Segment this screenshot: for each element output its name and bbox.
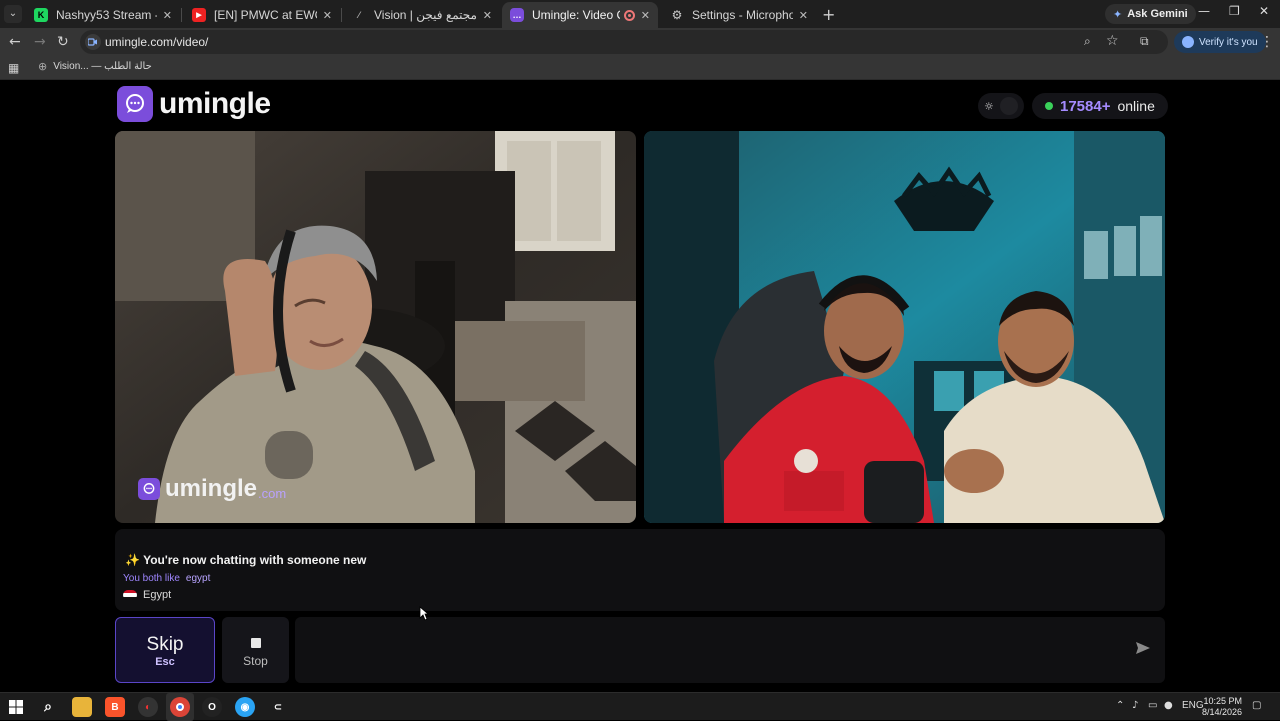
microphone-icon[interactable]: ● (1164, 700, 1173, 711)
sparkles-icon: ✨ (125, 553, 140, 567)
chrome-icon[interactable] (170, 697, 190, 717)
close-icon[interactable]: ✕ (163, 9, 172, 22)
bookmark-vision[interactable]: ⊕ Vision... — حالة الطلب (38, 60, 152, 73)
shared-interests: You both like egypt (123, 573, 211, 584)
window-close-icon[interactable]: ✕ (1259, 4, 1269, 18)
close-icon[interactable]: ✕ (641, 9, 650, 22)
forward-icon[interactable]: → (34, 34, 46, 50)
interest-tag: egypt (185, 573, 211, 584)
windows-taskbar: ⌕ B ◐ O ◉ ⊂ ⌃ ♪ ▭ ● ENG 10:25 PM 8/14/20… (0, 692, 1280, 721)
kick-icon: K (34, 8, 48, 22)
egypt-flag-icon (123, 590, 137, 600)
tab-umingle[interactable]: … Umingle: Video Chat with S ✕ (502, 2, 658, 28)
url-text: umingle.com/video/ (105, 35, 209, 49)
online-counter: 17584+ online (1032, 93, 1168, 119)
windows-start-icon[interactable] (6, 697, 26, 717)
app-icon[interactable]: ◐ (138, 697, 158, 717)
app-icon[interactable]: ◉ (235, 697, 255, 717)
gemini-sparkle-icon: ✦ (1113, 7, 1123, 21)
vision-icon: ⁄ (358, 10, 360, 20)
address-bar[interactable]: umingle.com/video/ ⌕ ☆ (80, 30, 1168, 54)
tray-chevron-icon[interactable]: ⌃ (1116, 700, 1124, 711)
browser-toolbar: ← → ↻ umingle.com/video/ ⌕ ☆ ⧉ Verify it… (0, 28, 1280, 56)
close-icon[interactable]: ✕ (799, 9, 808, 22)
mouse-cursor-icon (419, 606, 430, 626)
chat-bubble-icon (117, 86, 153, 122)
speaker-icon[interactable]: ♪ (1132, 700, 1138, 711)
close-icon[interactable]: ✕ (483, 9, 492, 22)
local-video: umingle .com (115, 131, 636, 523)
close-icon[interactable]: ✕ (323, 9, 332, 22)
tab-vision-community[interactable]: ⁄ Vision | مجتمع فيجن ✕ (344, 2, 500, 28)
tab-divider (181, 8, 182, 22)
profile-verify-button[interactable]: Verify it's you (1174, 31, 1266, 53)
watermark-logo-icon (138, 478, 160, 500)
site-info-icon[interactable] (85, 34, 101, 50)
capcut-icon[interactable]: ⊂ (268, 697, 288, 717)
chat-status-panel: ✨ You're now chatting with someone new Y… (115, 529, 1165, 611)
send-icon[interactable] (1135, 641, 1151, 660)
brave-icon[interactable]: B (105, 697, 125, 717)
network-icon[interactable]: ▭ (1148, 700, 1157, 711)
online-label: online (1117, 98, 1155, 114)
stop-button[interactable]: Stop (222, 617, 289, 683)
reload-icon[interactable]: ↻ (57, 34, 69, 50)
browser-tab-strip: ⌄ K Nashyy53 Stream - Watch Live ✕ ▶ [EN… (0, 0, 1280, 28)
umingle-watermark: umingle .com (138, 475, 286, 503)
toggle-knob (999, 97, 1018, 115)
menu-dots-icon[interactable]: ⋮ (1260, 34, 1274, 50)
globe-icon: ⊕ (38, 60, 48, 73)
online-count: 17584+ (1060, 97, 1111, 115)
clock[interactable]: 10:25 PM 8/14/2026 (1200, 696, 1242, 718)
bookmark-star-icon[interactable]: ☆ (1106, 33, 1119, 49)
opera-gx-icon[interactable]: O (202, 697, 222, 717)
tab-search-icon[interactable]: ⌄ (4, 5, 22, 23)
online-status-dot (1045, 102, 1053, 110)
tab-pmwc-finals[interactable]: ▶ [EN] PMWC at EWC 26 Finals D ✕ (184, 2, 340, 28)
skip-shortcut: Esc (155, 656, 175, 668)
recording-icon (623, 9, 635, 21)
restore-icon[interactable]: ❐ (1229, 4, 1240, 18)
notifications-icon[interactable]: ▢ (1252, 700, 1261, 711)
umingle-icon: … (510, 8, 524, 22)
ask-gemini-button[interactable]: ✦ Ask Gemini (1105, 4, 1196, 24)
remote-video (644, 131, 1165, 523)
tab-nashyy-stream[interactable]: K Nashyy53 Stream - Watch Live ✕ (26, 2, 180, 28)
umingle-page: umingle ☼ 17584+ online umingle .com ✨ Y… (0, 81, 1280, 692)
skip-button[interactable]: Skip Esc (115, 617, 215, 683)
back-icon[interactable]: ← (9, 34, 21, 50)
profile-avatar-icon (1182, 36, 1194, 48)
message-input[interactable] (305, 631, 1105, 667)
apps-grid-icon[interactable]: ▦ (8, 61, 19, 75)
stop-icon (250, 638, 261, 648)
message-composer (295, 617, 1165, 683)
extensions-icon[interactable]: ⧉ (1140, 34, 1149, 49)
partner-country: Egypt (123, 589, 171, 601)
chat-headline: ✨ You're now chatting with someone new (125, 553, 367, 567)
search-icon[interactable]: ⌕ (38, 697, 58, 717)
theme-toggle[interactable]: ☼ (978, 93, 1024, 119)
file-explorer-icon[interactable] (72, 697, 92, 717)
youtube-icon: ▶ (192, 8, 206, 22)
gear-icon: ⚙ (671, 8, 683, 22)
zoom-icon[interactable]: ⌕ (1084, 34, 1091, 49)
minimize-icon[interactable]: — (1198, 4, 1210, 18)
new-tab-icon[interactable]: + (822, 5, 835, 24)
tab-divider (341, 8, 342, 22)
brand-name: umingle (159, 87, 271, 120)
sun-icon: ☼ (984, 99, 994, 113)
brand-logo[interactable]: umingle (117, 86, 271, 122)
bookmarks-bar: ▦ ⊕ Vision... — حالة الطلب (0, 56, 1280, 80)
tab-settings-microphone[interactable]: ⚙ Settings - Microphone ✕ (662, 2, 816, 28)
